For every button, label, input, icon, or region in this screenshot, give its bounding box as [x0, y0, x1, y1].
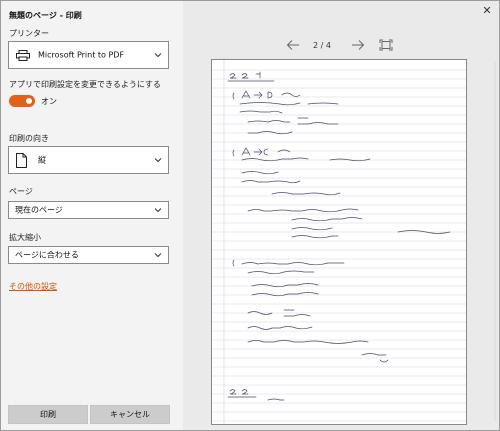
- next-page-arrow-icon[interactable]: [351, 39, 365, 51]
- chevron-down-icon: [154, 208, 162, 213]
- toggle-knob: [26, 98, 32, 104]
- app-settings-label: アプリで印刷設定を変更できるようにする: [9, 80, 161, 89]
- orientation-value: 縦: [38, 155, 46, 165]
- dialog-title: 無題のページ - 印刷: [9, 11, 82, 20]
- printer-label: プリンター: [9, 29, 49, 38]
- pages-select[interactable]: 現在のページ: [8, 201, 169, 219]
- previous-page-arrow-icon[interactable]: [286, 39, 300, 51]
- page-indicator: 2 / 4: [313, 41, 331, 50]
- more-settings-link[interactable]: その他の設定: [9, 281, 57, 292]
- toggle-state-label: オン: [41, 97, 57, 106]
- chevron-down-icon: [154, 158, 162, 163]
- app-settings-toggle[interactable]: [9, 95, 35, 107]
- orientation-label: 印刷の向き: [9, 134, 49, 143]
- preview-pane: ✕ 2 / 4: [183, 1, 499, 430]
- fit-page-icon[interactable]: [379, 39, 393, 51]
- orientation-select[interactable]: 縦: [8, 146, 169, 174]
- printer-value: Microsoft Print to PDF: [38, 50, 125, 60]
- handwritten-notes-image: [212, 60, 466, 424]
- settings-pane: 無題のページ - 印刷 プリンター Microsoft Print to PDF…: [1, 1, 183, 430]
- print-button[interactable]: 印刷: [8, 405, 88, 424]
- chevron-down-icon: [154, 253, 162, 258]
- printer-icon: [16, 50, 30, 61]
- cancel-button[interactable]: キャンセル: [90, 405, 170, 424]
- portrait-page-icon: [16, 153, 27, 168]
- preview-scrollbar[interactable]: [493, 61, 497, 421]
- printer-select[interactable]: Microsoft Print to PDF: [8, 41, 169, 69]
- page-preview: [211, 59, 467, 425]
- scale-value: ページに合わせる: [15, 250, 79, 260]
- print-dialog: 無題のページ - 印刷 プリンター Microsoft Print to PDF…: [0, 0, 500, 431]
- pages-value: 現在のページ: [15, 205, 63, 215]
- pages-label: ページ: [9, 187, 33, 196]
- scale-label: 拡大縮小: [9, 233, 41, 242]
- chevron-down-icon: [154, 53, 162, 58]
- close-button[interactable]: ✕: [481, 5, 493, 17]
- scale-select[interactable]: ページに合わせる: [8, 246, 169, 264]
